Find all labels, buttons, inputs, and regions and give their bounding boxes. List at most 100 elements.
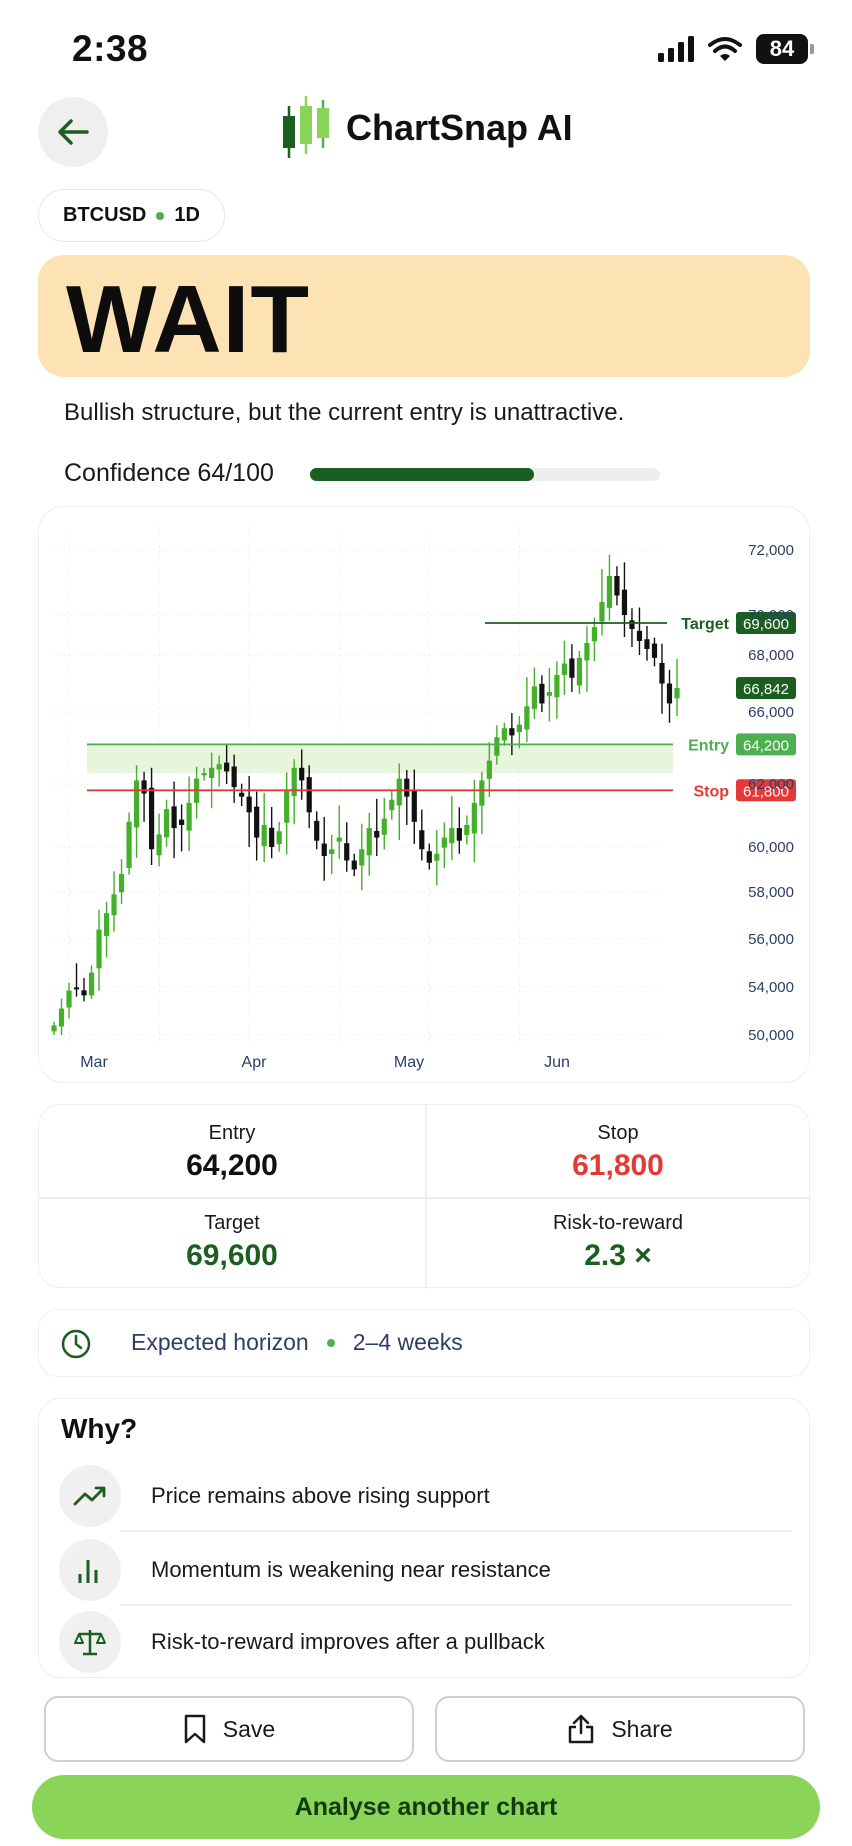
stat-entry: Entry 64,200 <box>39 1122 425 1183</box>
horizon-value: 2–4 weeks <box>352 1329 463 1355</box>
candle-body <box>674 688 680 699</box>
stat-entry-label: Entry <box>208 1122 256 1144</box>
app-brand: ChartSnap AI <box>280 96 573 160</box>
candle-body <box>666 683 673 704</box>
price-chart[interactable]: Target 69,600 Entry 64,200 Stop 61,800 66,842 7… <box>38 506 810 1083</box>
stat-rr-label: Risk-to-reward <box>552 1212 684 1234</box>
analyse-label: Analyse another chart <box>294 1792 558 1821</box>
stat-entry-value: 64,200 <box>186 1149 278 1182</box>
candle-body <box>156 834 162 856</box>
pair-symbol: BTCUSD <box>63 204 147 226</box>
y-tick-label: 56,000 <box>748 931 794 948</box>
status-bar: 2:38 84 <box>0 0 852 100</box>
share-label: Share <box>611 1715 673 1742</box>
candle-body <box>51 1025 57 1032</box>
x-tick-label: Apr <box>242 1054 268 1071</box>
candle-body <box>329 849 335 854</box>
candle-body <box>163 809 170 838</box>
back-button[interactable] <box>38 97 108 167</box>
candle-body <box>133 780 140 828</box>
signal-icon <box>658 36 694 62</box>
candle-body <box>118 874 125 893</box>
entry-price-tag-text: 64,200 <box>743 737 789 754</box>
y-tick-label: 62,000 <box>748 776 794 793</box>
candle-body <box>509 728 515 736</box>
candle-body <box>494 737 500 756</box>
y-tick-label: 58,000 <box>748 884 794 901</box>
candle-body <box>148 787 155 850</box>
candle-body <box>419 830 425 850</box>
candle-body <box>73 987 80 990</box>
candle-body <box>284 790 290 823</box>
candle-body <box>659 662 665 684</box>
separator-dot <box>326 1338 335 1347</box>
status-time: 2:38 <box>72 28 149 69</box>
candle-body <box>441 837 447 848</box>
candle-body <box>58 1008 65 1027</box>
y-tick-label: 70,000 <box>748 607 794 624</box>
chart-svg: Target 69,600Entry 64,200Stop 61,80066,8427… <box>51 527 796 1071</box>
candle-body <box>276 831 282 845</box>
bar-chart-icon <box>59 1539 121 1601</box>
candle-body <box>126 821 132 868</box>
candle-body <box>336 837 342 842</box>
battery-indicator: 84 <box>756 34 814 64</box>
reason-text: Price remains above rising support <box>151 1483 490 1508</box>
y-tick-label: 68,000 <box>748 647 794 664</box>
bookmark-icon <box>184 1714 206 1744</box>
candle-body <box>464 824 470 836</box>
stat-rr-value: 2.3 × <box>584 1239 652 1272</box>
stat-target-value: 69,600 <box>186 1239 278 1272</box>
candle-body <box>103 913 110 936</box>
candle-body <box>381 818 387 835</box>
save-button[interactable]: Save <box>44 1696 414 1762</box>
confidence-bar <box>310 468 660 481</box>
why-title: Why? <box>61 1413 138 1444</box>
candle-body <box>636 630 643 641</box>
candle-body <box>389 799 395 811</box>
candle-body <box>314 820 320 841</box>
status-icons: 84 <box>658 34 814 64</box>
candle-body <box>239 792 245 797</box>
target-level-label: Target <box>681 616 729 633</box>
stat-stop: Stop 61,800 <box>425 1122 811 1183</box>
horizon-text: Expected horizon 2–4 weeks <box>131 1329 463 1356</box>
candle-body <box>524 706 530 730</box>
separator-dot <box>156 211 165 220</box>
pair-chip[interactable]: BTCUSD 1D <box>38 189 225 242</box>
stat-risk-reward: Risk-to-reward 2.3 × <box>425 1212 811 1273</box>
divider <box>121 1530 791 1532</box>
entry-level-label: Entry <box>688 737 729 754</box>
candle-body <box>561 663 568 675</box>
y-tick-label: 50,000 <box>748 1027 794 1044</box>
pair-timeframe: 1D <box>174 204 200 226</box>
why-card: Why? Price remains above rising support … <box>38 1398 810 1678</box>
candle-body <box>186 802 192 831</box>
share-button[interactable]: Share <box>435 1696 805 1762</box>
confidence-bar-fill <box>310 468 534 481</box>
candle-body <box>209 767 215 779</box>
candle-body <box>216 764 222 770</box>
y-tick-label: 60,000 <box>748 839 794 856</box>
app-title: ChartSnap AI <box>346 107 573 148</box>
x-tick-label: Jun <box>544 1054 570 1071</box>
candle-body <box>179 819 185 825</box>
analyse-another-chart-button[interactable]: Analyse another chart <box>32 1775 820 1839</box>
candle-body <box>621 589 628 615</box>
horizon-label: Expected horizon <box>131 1329 309 1355</box>
candle-body <box>141 780 147 794</box>
candle-body <box>411 790 417 822</box>
stat-target-label: Target <box>204 1212 260 1234</box>
candle-body <box>404 778 410 797</box>
share-icon <box>569 1714 594 1744</box>
candle-body <box>426 851 432 863</box>
candle-body <box>344 843 350 861</box>
candle-body <box>471 802 477 834</box>
candle-body <box>88 972 95 996</box>
wifi-icon <box>708 37 742 61</box>
stat-stop-value: 61,800 <box>572 1149 664 1182</box>
candle-body <box>479 780 485 806</box>
candle-body <box>651 643 658 658</box>
trend-up-icon <box>59 1465 121 1527</box>
candle-body <box>224 762 230 772</box>
